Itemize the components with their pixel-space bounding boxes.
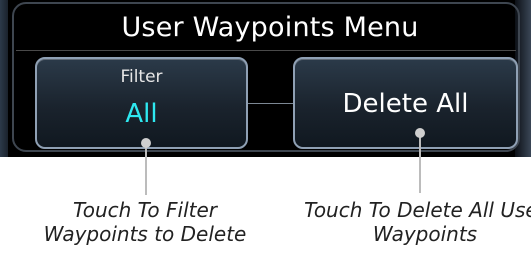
- filter-callout-dot: [141, 138, 151, 148]
- filter-callout-line1: Touch To Filter: [72, 198, 217, 222]
- delete-callout-dot: [415, 128, 425, 138]
- delete-callout-line1: Touch To Delete All User: [304, 198, 531, 222]
- delete-all-button[interactable]: Delete All: [293, 57, 518, 149]
- filter-button[interactable]: Filter All: [35, 57, 248, 149]
- delete-callout-text: Touch To Delete All User Waypoints: [295, 198, 531, 246]
- menu-panel: User Waypoints Menu Filter All Delete Al…: [0, 0, 531, 157]
- filter-callout-text: Touch To Filter Waypoints to Delete: [30, 198, 260, 246]
- filter-callout-line2: Waypoints to Delete: [43, 222, 247, 246]
- filter-button-label: Filter: [120, 67, 163, 87]
- delete-callout-line2: Waypoints: [372, 222, 478, 246]
- delete-all-button-label: Delete All: [342, 89, 469, 119]
- screenshot-stage: User Waypoints Menu Filter All Delete Al…: [0, 0, 531, 255]
- button-connector-line: [248, 103, 293, 104]
- delete-callout-leader: [419, 133, 421, 193]
- filter-callout-leader: [145, 142, 147, 195]
- filter-button-value: All: [125, 99, 158, 129]
- menu-title: User Waypoints Menu: [121, 12, 419, 43]
- title-divider: [16, 50, 516, 51]
